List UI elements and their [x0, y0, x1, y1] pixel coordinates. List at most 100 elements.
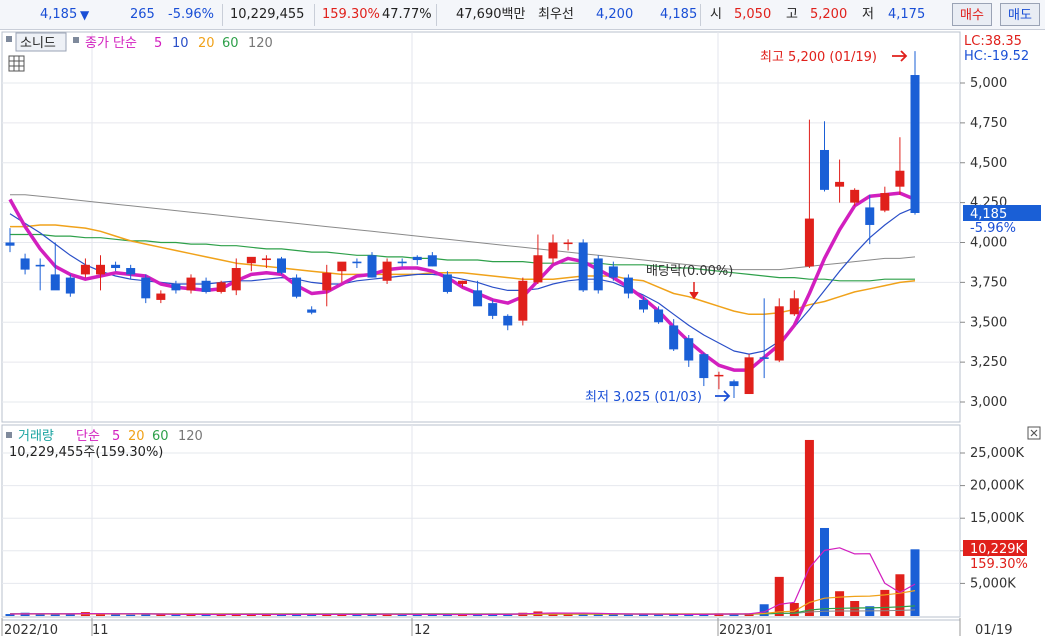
candle-body: [744, 357, 754, 395]
current-volume-tag-text: 10,229K: [970, 542, 1024, 557]
open-price: 5,050: [734, 7, 772, 22]
candle-body: [231, 268, 241, 291]
candle-body: [910, 75, 920, 213]
candle-body: [216, 282, 226, 292]
candle-body: [458, 280, 467, 284]
volume-legend-ma-title: 단순: [76, 429, 100, 444]
pane-marker-icon: [6, 36, 12, 42]
down-arrow-icon: ▼: [80, 8, 90, 22]
volume-bar: [50, 614, 60, 616]
candle-body: [804, 218, 814, 267]
low-price: 4,175: [888, 7, 926, 22]
candle-body: [880, 193, 890, 211]
legend-ma120: 120: [248, 36, 273, 51]
current-pct-tag: -5.96%: [970, 221, 1016, 236]
candle-body: [563, 242, 573, 245]
candle-body: [246, 256, 256, 264]
candle-body: [578, 242, 588, 291]
candle-body: [548, 242, 558, 259]
y-tick-label: 4,000: [970, 236, 1007, 251]
hc-label: HC:-19.52: [964, 49, 1029, 64]
volume-bar: [835, 591, 845, 616]
low-label: 저: [862, 7, 874, 22]
volume-bar: [623, 614, 633, 616]
lc-label: LC:38.35: [964, 34, 1022, 49]
candle-body: [623, 277, 633, 294]
candle-body: [473, 290, 483, 307]
close-pane-icon[interactable]: [1027, 426, 1041, 440]
y-tick-label: 4,500: [970, 156, 1007, 171]
high-annotation: 최고 5,200 (01/19): [760, 50, 877, 65]
volume-bar: [126, 614, 136, 616]
candle-body: [533, 255, 543, 283]
candle-body: [352, 261, 362, 264]
sell-button[interactable]: 매도: [1000, 3, 1040, 26]
legend-marker-icon: [73, 37, 79, 43]
y-tick-label: 3,250: [970, 355, 1007, 370]
candle-body: [865, 207, 875, 225]
candle-body: [442, 274, 452, 292]
ratio-value: 47.77%: [382, 7, 432, 22]
candle-body: [322, 272, 332, 291]
candle-body: [80, 264, 90, 275]
high-label: 고: [786, 7, 798, 22]
current-price-tag-text: 4,185: [970, 207, 1007, 222]
candle-body: [261, 258, 271, 261]
volume-legend-ma20: 20: [128, 429, 145, 444]
high-price: 5,200: [810, 7, 848, 22]
best-bid: 4,185: [660, 7, 698, 22]
volume-bar: [804, 439, 814, 616]
buy-button[interactable]: 매수: [952, 3, 992, 26]
candle-body: [156, 293, 166, 300]
y-tick-label: 5,000K: [970, 576, 1016, 591]
volume-bar: [820, 527, 829, 616]
low-annotation: 최저 3,025 (01/03): [585, 390, 702, 405]
stock-chart[interactable]: 3,0003,2503,5003,7504,0004,2504,5004,750…: [0, 30, 1045, 640]
volume-bar: [65, 614, 75, 616]
candle-body: [503, 315, 513, 326]
x-label-3: 2023/01: [719, 623, 773, 638]
candle-body: [186, 277, 196, 291]
volume-bar: [111, 614, 121, 616]
candle-body: [518, 280, 528, 321]
legend-ma60: 60: [222, 36, 239, 51]
current-volume-pct: 159.30%: [970, 557, 1028, 572]
candle-body: [111, 264, 121, 269]
candle-body: [729, 381, 739, 387]
grid-toggle-icon[interactable]: [8, 55, 25, 72]
x-label-2: 12: [414, 623, 431, 638]
volume-marker-icon: [6, 432, 12, 438]
candle-body: [35, 264, 45, 267]
candle-body: [895, 170, 905, 187]
candle-body: [337, 261, 347, 272]
candle-body: [789, 298, 799, 315]
price-change-pct: -5.96%: [168, 7, 214, 22]
candle-body: [397, 261, 407, 264]
volume-legend-title: 거래량: [18, 429, 54, 444]
candle-body: [759, 357, 769, 359]
candle-body: [669, 325, 679, 350]
volume-ratio: 159.30%: [322, 7, 380, 22]
best-ask: 4,200: [596, 7, 634, 22]
candle-body: [171, 283, 181, 291]
candle-body: [126, 268, 136, 275]
volume-legend-ma60: 60: [152, 429, 169, 444]
candle-body: [835, 181, 845, 187]
y-tick-label: 20,000K: [970, 479, 1024, 494]
legend-ma5: 5: [154, 36, 162, 51]
candle-body: [307, 309, 317, 313]
trading-volume: 10,229,455: [230, 7, 305, 22]
candle-body: [20, 258, 30, 270]
x-label-1: 11: [92, 623, 109, 638]
current-price: 4,185: [40, 7, 78, 22]
candle-body: [488, 303, 498, 316]
candle-body: [608, 266, 618, 278]
open-label: 시: [710, 7, 722, 22]
candle-body: [201, 280, 211, 292]
dividend-annotation: 배당락(0.00%): [646, 264, 733, 279]
legend-ma20: 20: [198, 36, 215, 51]
candle-body: [850, 189, 860, 203]
candle-body: [654, 309, 664, 323]
y-tick-label: 5,000: [970, 76, 1007, 91]
candle-body: [820, 149, 829, 190]
